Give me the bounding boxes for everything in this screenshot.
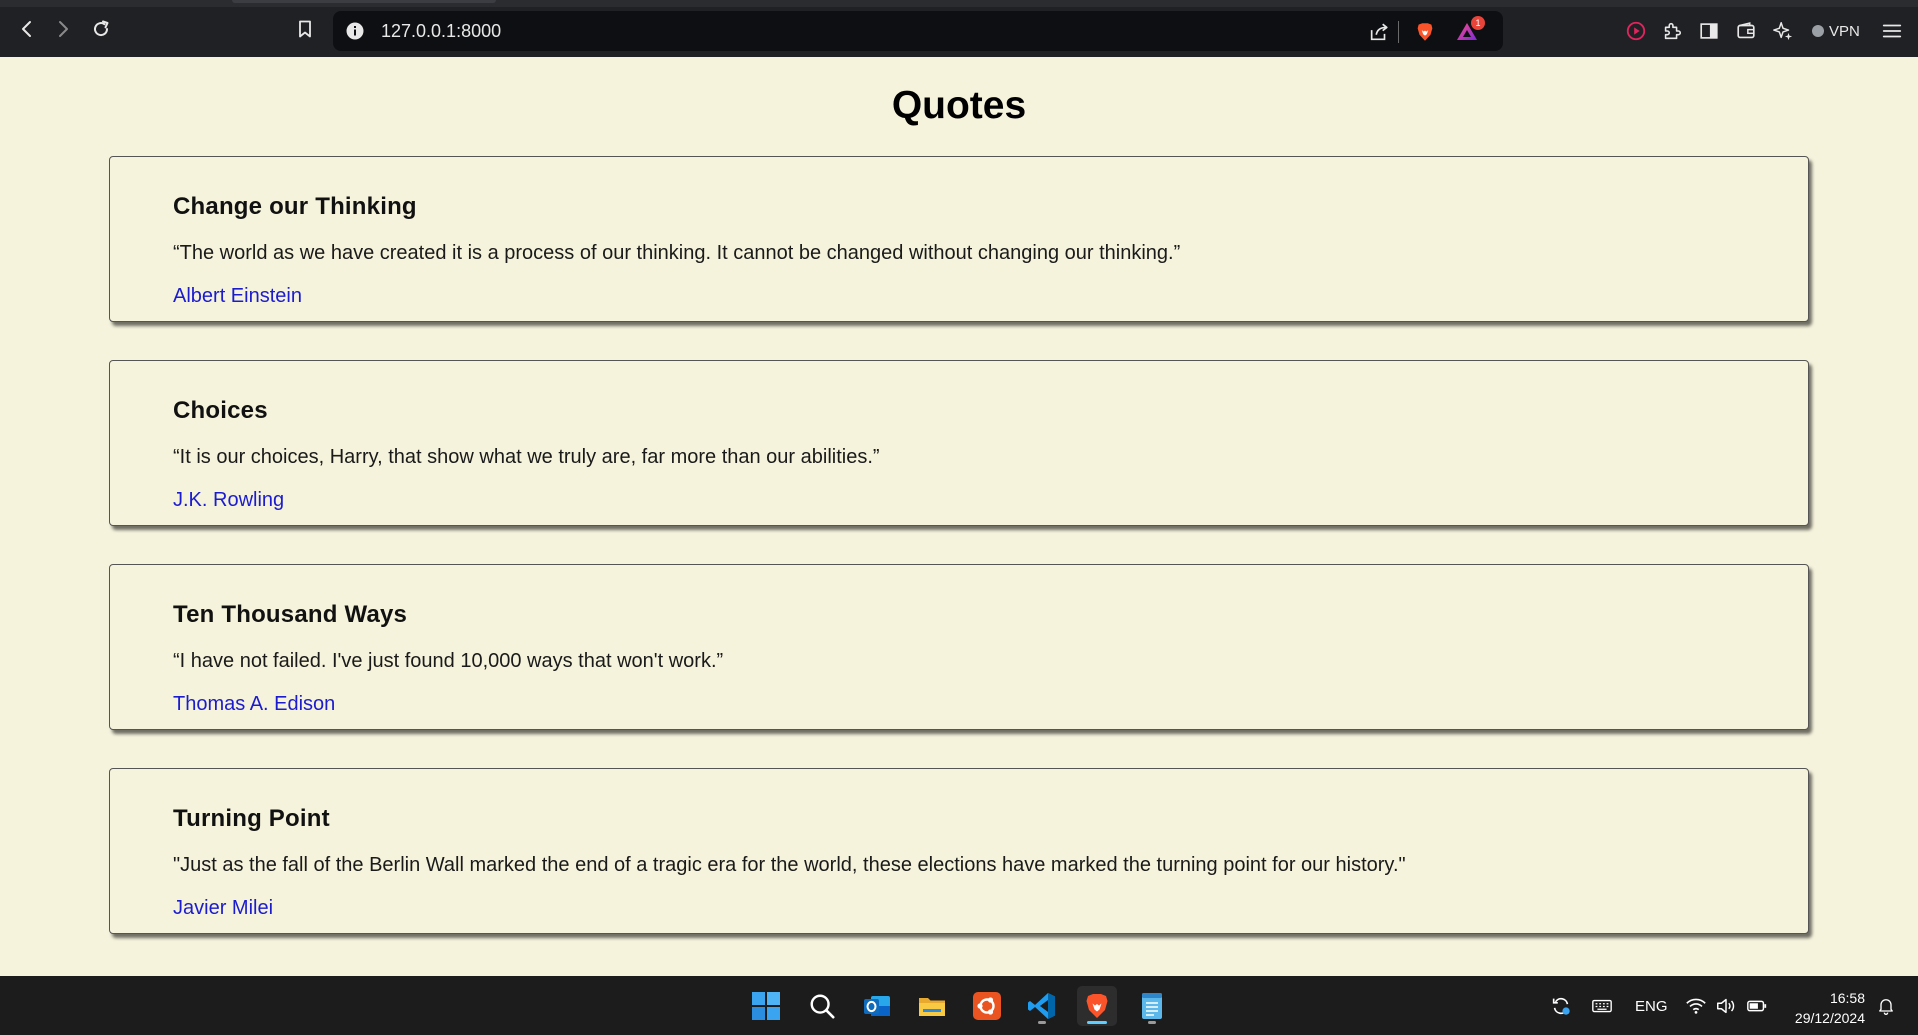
brave-lion-icon xyxy=(1086,994,1108,1018)
vpn-status-icon xyxy=(1812,25,1824,37)
bookmark-icon xyxy=(299,20,311,38)
keyboard-tray-button[interactable] xyxy=(1590,995,1614,1017)
quote-text: “I have not failed. I've just found 10,0… xyxy=(173,650,724,672)
address-bar[interactable]: 127.0.0.1:8000 1 xyxy=(333,11,1503,51)
quote-author-link[interactable]: Albert Einstein xyxy=(173,285,302,308)
quote-card: Choices “It is our choices, Harry, that … xyxy=(109,360,1809,526)
taskbar-app-brave[interactable] xyxy=(1077,986,1117,1026)
ubuntu-icon xyxy=(973,992,1001,1020)
battery-icon xyxy=(1747,1000,1767,1012)
volume-tray-button[interactable] xyxy=(1714,995,1738,1017)
taskbar-app-notepad[interactable] xyxy=(1132,986,1172,1026)
quote-text: “It is our choices, Harry, that show wha… xyxy=(173,446,880,468)
battery-tray-button[interactable] xyxy=(1745,995,1769,1017)
taskbar-app-file-explorer[interactable] xyxy=(912,986,952,1026)
bookmark-button[interactable] xyxy=(292,16,318,42)
clock-date: 29/12/2024 xyxy=(1794,1010,1865,1026)
notifications-button[interactable] xyxy=(1874,995,1898,1017)
quote-title: Choices xyxy=(173,397,268,424)
speaker-icon xyxy=(1717,998,1735,1014)
taskbar-app-ubuntu[interactable] xyxy=(967,986,1007,1026)
back-button[interactable] xyxy=(14,16,40,42)
share-icon xyxy=(1370,23,1388,41)
sync-icon xyxy=(1552,997,1570,1015)
sidebar-icon xyxy=(1700,23,1718,39)
language-indicator[interactable]: ENG xyxy=(1635,998,1668,1015)
quote-author-link[interactable]: Javier Milei xyxy=(173,897,273,920)
media-button[interactable] xyxy=(1624,19,1648,43)
keyboard-icon xyxy=(1592,999,1612,1013)
active-indicator xyxy=(1087,1021,1107,1024)
wifi-tray-button[interactable] xyxy=(1684,995,1708,1017)
browser-toolbar: 127.0.0.1:8000 1 VPN xyxy=(0,0,1918,57)
leo-ai-button[interactable] xyxy=(1771,19,1795,43)
quote-text: “The world as we have created it is a pr… xyxy=(173,242,1181,264)
site-info-icon[interactable] xyxy=(345,21,365,41)
notification-badge: 1 xyxy=(1471,16,1485,30)
bell-icon xyxy=(1879,999,1893,1015)
extensions-button[interactable] xyxy=(1660,19,1684,43)
hamburger-menu-icon xyxy=(1882,24,1902,38)
start-button[interactable] xyxy=(746,986,786,1026)
taskbar: ENG 16:58 29/12/2024 xyxy=(0,976,1918,1035)
quote-title: Turning Point xyxy=(173,805,330,832)
sync-tray-button[interactable] xyxy=(1549,995,1573,1017)
vpn-button[interactable]: VPN xyxy=(1812,19,1860,43)
search-icon xyxy=(810,994,835,1019)
taskbar-search-button[interactable] xyxy=(802,986,842,1026)
chevron-left-icon xyxy=(22,21,31,37)
vscode-icon xyxy=(1028,993,1055,1019)
quote-title: Change our Thinking xyxy=(173,193,417,220)
brave-lion-icon xyxy=(1417,23,1433,41)
quote-author-link[interactable]: Thomas A. Edison xyxy=(173,693,335,716)
reload-button[interactable] xyxy=(88,16,114,42)
folder-icon xyxy=(919,998,945,1016)
brave-shields-button[interactable] xyxy=(1413,20,1437,44)
page-title: Quotes xyxy=(891,84,1027,127)
notepad-icon xyxy=(1142,993,1162,1019)
url-separator xyxy=(1398,21,1399,43)
running-indicator xyxy=(1148,1021,1156,1024)
play-circle-icon xyxy=(1626,21,1646,41)
sidebar-button[interactable] xyxy=(1697,19,1721,43)
vpn-label: VPN xyxy=(1829,22,1860,40)
taskbar-app-outlook[interactable] xyxy=(857,986,897,1026)
quote-card: Change our Thinking “The world as we hav… xyxy=(109,156,1809,322)
quote-card: Ten Thousand Ways “I have not failed. I'… xyxy=(109,564,1809,730)
puzzle-icon xyxy=(1664,22,1682,40)
quote-text: "Just as the fall of the Berlin Wall mar… xyxy=(173,854,1406,876)
chevron-right-icon xyxy=(59,21,68,37)
url-text[interactable]: 127.0.0.1:8000 xyxy=(381,21,501,42)
quote-author-link[interactable]: J.K. Rowling xyxy=(173,489,284,512)
share-button[interactable] xyxy=(1367,20,1391,44)
quote-title: Ten Thousand Ways xyxy=(173,601,408,628)
wifi-icon xyxy=(1686,998,1706,1014)
taskbar-app-vscode[interactable] xyxy=(1022,986,1062,1026)
clock-time: 16:58 xyxy=(1829,990,1865,1006)
wallet-button[interactable] xyxy=(1734,19,1758,43)
forward-button[interactable] xyxy=(50,16,76,42)
running-indicator xyxy=(1038,1021,1046,1024)
sparkle-icon xyxy=(1773,22,1793,41)
wallet-icon xyxy=(1737,22,1755,39)
windows-logo-icon xyxy=(752,992,780,1020)
brave-rewards-button[interactable]: 1 xyxy=(1455,16,1485,44)
outlook-icon xyxy=(864,996,890,1016)
active-tab-edge[interactable] xyxy=(232,0,496,3)
reload-icon xyxy=(94,20,109,37)
system-clock[interactable]: 16:58 29/12/2024 xyxy=(1795,988,1865,1028)
quote-card: Turning Point "Just as the fall of the B… xyxy=(109,768,1809,934)
main-menu-button[interactable] xyxy=(1880,19,1904,43)
